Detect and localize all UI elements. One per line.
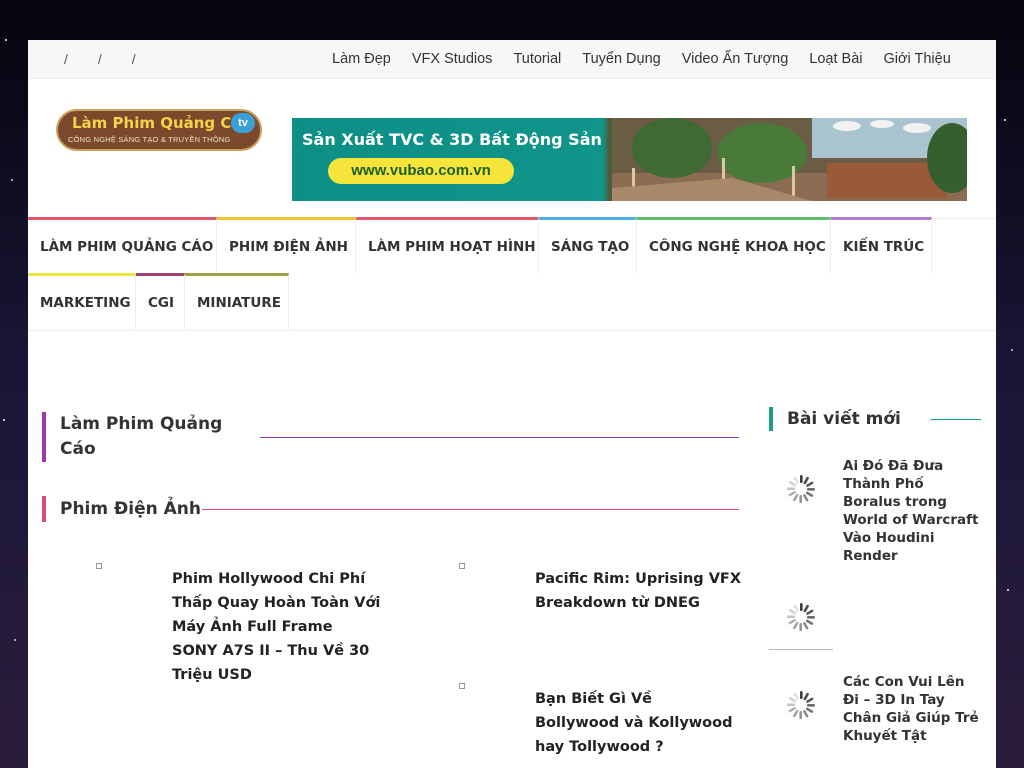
sidebar-post-title[interactable]: Ai Đó Đã Đưa Thành Phố Boralus trong Wor… xyxy=(843,457,983,565)
top-bar: / / / Làm Đẹp VFX Studios Tutorial Tuyển… xyxy=(28,40,996,79)
post-title[interactable]: Bạn Biết Gì Về Bollywood và Kollywood ha… xyxy=(535,687,741,759)
section-heading-lam-phim-quang-cao: Làm Phim Quảng Cáo xyxy=(42,412,230,462)
bullet-icon xyxy=(96,563,102,569)
banner-url: www.vubao.com.vn xyxy=(328,158,514,184)
nav-item-lam-phim-hoat-hinh[interactable]: LÀM PHIM HOẠT HÌNH xyxy=(356,217,539,273)
post-title[interactable]: Phim Hollywood Chi Phí Thấp Quay Hoàn To… xyxy=(172,567,382,687)
section-title[interactable]: Phim Điện Ảnh xyxy=(46,497,201,522)
sidebar-divider xyxy=(931,419,981,420)
logo-text: Làm Phim Quảng Cáo xyxy=(72,114,252,132)
banner-title: Sản Xuất TVC & 3D Bất Động Sản xyxy=(302,130,602,149)
top-breadcrumb: / / / xyxy=(64,40,166,78)
section-divider xyxy=(260,437,739,438)
site-header: Làm Phim Quảng Cáo tv CÔNG NGHỆ SÁNG TẠO… xyxy=(28,79,996,219)
nav-item-marketing[interactable]: MARKETING xyxy=(28,273,136,329)
nav-item-cong-nghe-khoa-hoc[interactable]: CÔNG NGHỆ KHOA HỌC xyxy=(637,217,831,273)
breadcrumb-separator: / xyxy=(64,51,68,67)
main-nav-row: LÀM PHIM QUẢNG CÁO PHIM ĐIỆN ẢNH LÀM PHI… xyxy=(28,217,996,273)
sidebar-post-title[interactable]: Các Con Vui Lên Đi – 3D In Tay Chân Giả … xyxy=(843,673,983,745)
logo-badge: tv xyxy=(231,113,255,133)
section-heading-phim-dien-anh: Phim Điện Ảnh xyxy=(42,496,201,522)
header-ad-banner[interactable]: Sản Xuất TVC & 3D Bất Động Sản www.vubao… xyxy=(292,118,967,201)
top-nav-gioi-thieu[interactable]: Giới Thiệu xyxy=(884,51,951,67)
sidebar-title: Bài viết mới xyxy=(787,409,901,429)
sidebar-heading: Bài viết mới xyxy=(769,407,901,431)
top-nav-tutorial[interactable]: Tutorial xyxy=(513,51,561,67)
top-nav-lam-dep[interactable]: Làm Đẹp xyxy=(332,51,391,67)
banner-resort-image xyxy=(612,118,967,201)
section-title[interactable]: Làm Phim Quảng Cáo xyxy=(46,412,230,462)
nav-item-lam-phim-quang-cao[interactable]: LÀM PHIM QUẢNG CÁO xyxy=(28,217,217,273)
breadcrumb-separator: / xyxy=(97,51,102,67)
site-logo[interactable]: Làm Phim Quảng Cáo tv CÔNG NGHỆ SÁNG TẠO… xyxy=(56,109,262,151)
top-nav-vfx-studios[interactable]: VFX Studios xyxy=(412,51,493,67)
sidebar-item-divider xyxy=(769,649,833,650)
breadcrumb-separator: / xyxy=(131,51,136,67)
logo-tagline: CÔNG NGHỆ SÁNG TẠO & TRUYỀN THÔNG xyxy=(68,135,231,144)
main-nav: LÀM PHIM QUẢNG CÁO PHIM ĐIỆN ẢNH LÀM PHI… xyxy=(28,217,996,331)
nav-item-sang-tao[interactable]: SÁNG TẠO xyxy=(539,217,637,273)
page: / / / Làm Đẹp VFX Studios Tutorial Tuyển… xyxy=(28,40,996,768)
spinner-icon xyxy=(787,691,815,719)
nav-item-cgi[interactable]: CGI xyxy=(136,273,185,329)
post-title[interactable]: Pacific Rim: Uprising VFX Breakdown từ D… xyxy=(535,567,741,615)
spinner-icon xyxy=(787,603,815,631)
top-nav-video-an-tuong[interactable]: Video Ấn Tượng xyxy=(682,51,789,67)
spinner-icon xyxy=(787,475,815,503)
top-nav-tuyen-dung[interactable]: Tuyển Dụng xyxy=(582,51,660,67)
nav-item-phim-dien-anh[interactable]: PHIM ĐIỆN ẢNH xyxy=(217,217,356,273)
bullet-icon xyxy=(459,683,465,689)
top-nav-loat-bai[interactable]: Loạt Bài xyxy=(809,51,862,67)
bullet-icon xyxy=(459,563,465,569)
nav-item-miniature[interactable]: MINIATURE xyxy=(185,273,289,329)
main-nav-row: MARKETING CGI MINIATURE xyxy=(28,273,996,329)
top-nav: Làm Đẹp VFX Studios Tutorial Tuyển Dụng … xyxy=(332,40,972,78)
section-divider xyxy=(202,509,739,510)
nav-item-kien-truc[interactable]: KIẾN TRÚC xyxy=(831,217,932,273)
